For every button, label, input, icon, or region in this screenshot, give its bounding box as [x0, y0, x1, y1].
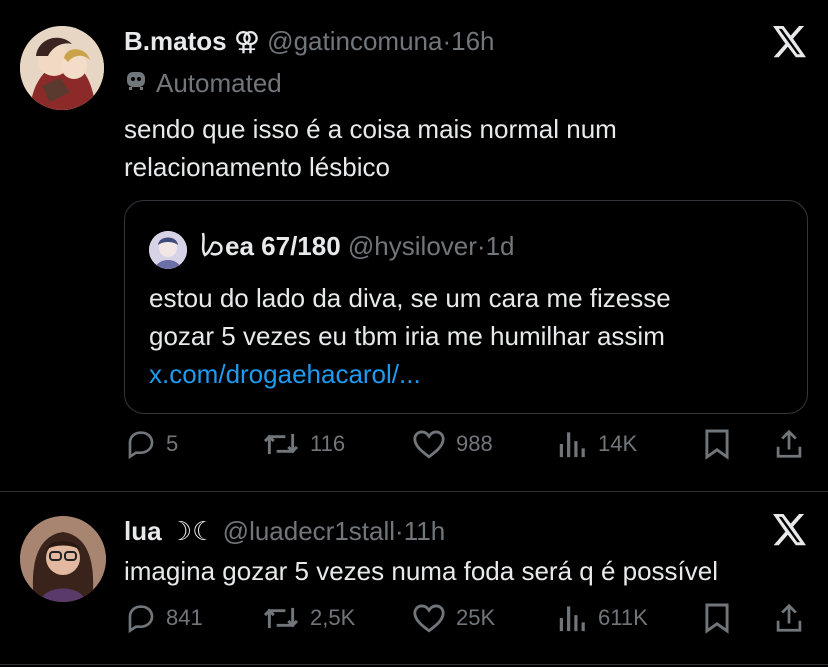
quote-link[interactable]: x.com/drogaehacarol/... [149, 355, 671, 393]
tweet-2[interactable]: lua ☽☾ @luadecr1stall·11h imagina gozar … [0, 492, 828, 667]
repost-count: 116 [310, 431, 346, 456]
avatar[interactable] [149, 231, 187, 269]
handle[interactable]: @luadecr1stall [223, 516, 395, 546]
tweet-text-line: relacionamento lésbico [124, 152, 390, 182]
views-count: 14K [598, 431, 638, 456]
like-count: 25K [456, 605, 496, 630]
tweet-header: B.matos ⚢ @gatincomuna·16h [124, 24, 495, 58]
quote-text-line: estou do lado da diva, se um cara me fiz… [149, 283, 671, 313]
avatar[interactable] [20, 26, 104, 110]
quote-text-line: gozar 5 vezes eu tbm iria me humilhar as… [149, 321, 665, 351]
separator: · [476, 231, 486, 261]
display-name[interactable]: ea 67/180 [225, 231, 341, 261]
reply-count: 841 [166, 605, 203, 630]
views-button[interactable]: 14K [558, 428, 637, 460]
share-button[interactable] [774, 428, 804, 460]
share-button[interactable] [774, 602, 804, 634]
share-icon [774, 428, 804, 460]
quote-header: ea 67/180 @hysilover·1d [199, 229, 514, 267]
like-button[interactable]: 25K [412, 602, 495, 634]
handle[interactable]: @hysilover [348, 231, 477, 261]
action-bar: 841 2,5K 25K 611K [0, 602, 828, 642]
action-bar: 5 116 988 14K [0, 428, 828, 468]
like-icon [412, 428, 446, 460]
repost-icon [262, 428, 300, 460]
quoted-tweet[interactable]: ea 67/180 @hysilover·1d estou do lado da… [124, 200, 808, 414]
like-button[interactable]: 988 [412, 428, 493, 460]
display-name[interactable]: lua [124, 516, 162, 546]
bookmark-icon [704, 602, 730, 634]
name-symbol: ☽☾ [168, 516, 216, 546]
tweet-text: sendo que isso é a coisa mais normal num… [124, 110, 617, 186]
views-icon [558, 602, 588, 634]
tweet-text-line: imagina gozar 5 vezes numa foda será q é… [124, 556, 719, 586]
reply-icon [124, 602, 156, 634]
separator: · [442, 26, 452, 56]
separator: · [395, 516, 404, 546]
tweet-1[interactable]: B.matos ⚢ @gatincomuna·16h Automated sen… [0, 0, 828, 490]
tweet-header: lua ☽☾ @luadecr1stall·11h [124, 514, 445, 548]
automated-label: Automated [156, 68, 282, 98]
bookmark-button[interactable] [704, 602, 730, 634]
views-count: 611K [598, 605, 648, 630]
views-button[interactable]: 611K [558, 602, 648, 634]
like-icon [412, 602, 446, 634]
bookmark-button[interactable] [704, 428, 730, 460]
repost-button[interactable]: 2,5K [262, 602, 355, 634]
repost-icon [262, 602, 300, 634]
quote-text: estou do lado da diva, se um cara me fiz… [149, 279, 671, 393]
name-symbol: ⚢ [233, 26, 260, 56]
repost-button[interactable]: 116 [262, 428, 345, 460]
timestamp[interactable]: 11h [404, 516, 445, 546]
timestamp[interactable]: 1d [486, 231, 515, 261]
avatar[interactable] [20, 516, 106, 602]
reply-button[interactable]: 841 [124, 602, 203, 634]
bookmark-icon [704, 428, 730, 460]
reply-button[interactable]: 5 [124, 428, 178, 460]
x-logo-icon[interactable] [772, 514, 808, 551]
timestamp[interactable]: 16h [451, 26, 494, 56]
repost-count: 2,5K [310, 605, 356, 630]
like-count: 988 [456, 431, 493, 456]
tweet-text-line: sendo que isso é a coisa mais normal num [124, 114, 617, 144]
automated-row: Automated [124, 66, 282, 100]
views-icon [558, 428, 588, 460]
divider [0, 664, 828, 665]
reply-icon [124, 428, 156, 460]
share-icon [774, 602, 804, 634]
display-name[interactable]: B.matos [124, 26, 227, 56]
handle[interactable]: @gatincomuna [267, 26, 442, 56]
squiggle-icon [199, 229, 225, 267]
reply-count: 5 [166, 431, 179, 456]
x-logo-icon[interactable] [772, 26, 808, 63]
robot-icon [124, 66, 148, 100]
tweet-text: imagina gozar 5 vezes numa foda será q é… [124, 552, 718, 590]
